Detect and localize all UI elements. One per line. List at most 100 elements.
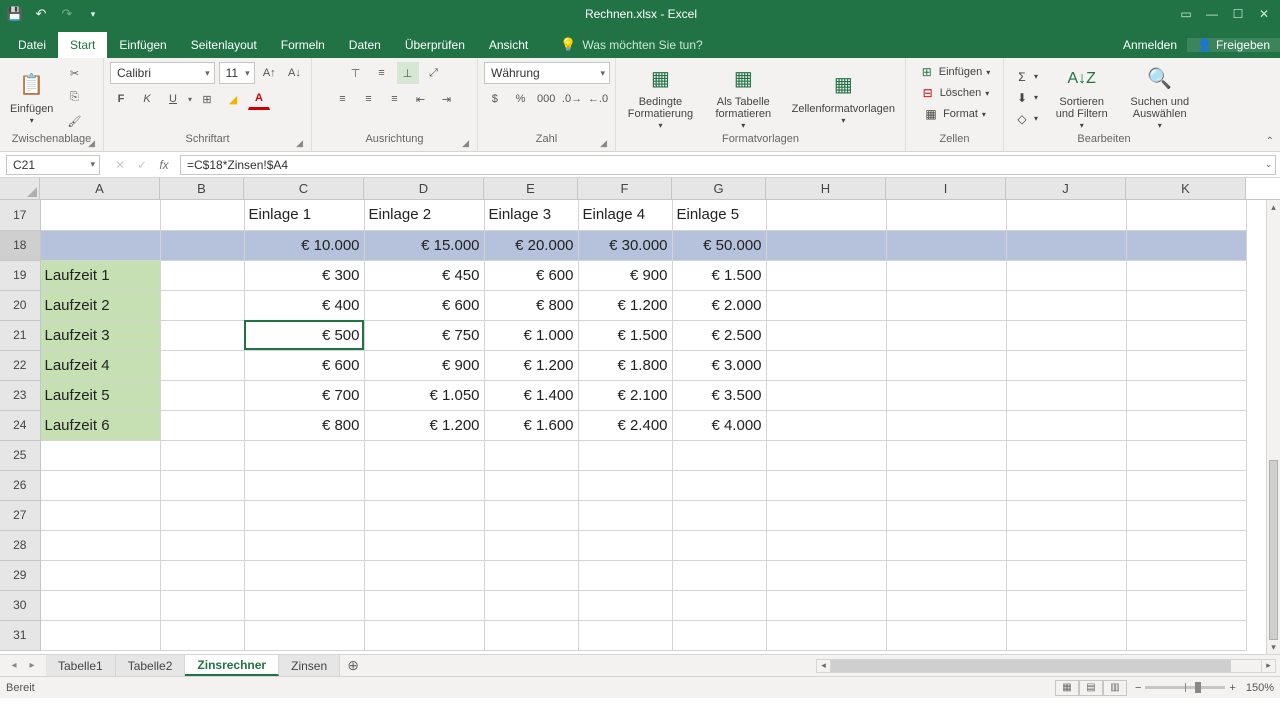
column-header[interactable]: H [766, 178, 886, 199]
number-format-select[interactable]: Währung▾ [484, 62, 610, 84]
italic-button[interactable]: K [136, 88, 158, 110]
cell-C24[interactable]: € 800 [244, 410, 364, 440]
cell-D28[interactable] [364, 530, 484, 560]
scroll-down-icon[interactable]: ▾ [1267, 640, 1280, 654]
cell-K30[interactable] [1126, 590, 1246, 620]
row-header[interactable]: 23 [0, 380, 40, 410]
cell-F18[interactable]: € 30.000 [578, 230, 672, 260]
shrink-font-icon[interactable]: A↓ [284, 62, 305, 84]
normal-view-button[interactable]: ▦ [1055, 680, 1079, 696]
save-icon[interactable]: 💾 [6, 6, 24, 22]
horizontal-scrollbar[interactable]: ◂ ▸ [816, 659, 1276, 673]
autosum-button[interactable]: Σ▾ [1010, 67, 1042, 87]
cell-A29[interactable] [40, 560, 160, 590]
cell-A22[interactable]: Laufzeit 4 [40, 350, 160, 380]
tab-file[interactable]: Datei [6, 32, 58, 58]
cell-H31[interactable] [766, 620, 886, 650]
cell-G31[interactable] [672, 620, 766, 650]
cell-K31[interactable] [1126, 620, 1246, 650]
cell-E20[interactable]: € 800 [484, 290, 578, 320]
cell-D31[interactable] [364, 620, 484, 650]
qat-customize-icon[interactable]: ▾ [84, 9, 102, 20]
signin-button[interactable]: Anmelden [1113, 38, 1187, 52]
add-sheet-button[interactable]: ⊕ [340, 657, 366, 674]
percent-format-icon[interactable]: % [510, 88, 532, 110]
cell-H22[interactable] [766, 350, 886, 380]
grid-body[interactable]: 17Einlage 1Einlage 2Einlage 3Einlage 4Ei… [0, 200, 1280, 654]
cell-J23[interactable] [1006, 380, 1126, 410]
select-all-button[interactable] [0, 178, 40, 199]
column-header[interactable]: A [40, 178, 160, 199]
column-header[interactable]: F [578, 178, 672, 199]
accounting-format-icon[interactable]: $ [484, 88, 506, 110]
cell-C30[interactable] [244, 590, 364, 620]
conditional-format-button[interactable]: ▦Bedingte Formatierung▾ [622, 65, 699, 131]
cell-A27[interactable] [40, 500, 160, 530]
row-header[interactable]: 17 [0, 200, 40, 230]
cell-J30[interactable] [1006, 590, 1126, 620]
cell-H19[interactable] [766, 260, 886, 290]
cancel-formula-icon[interactable]: ✕ [110, 155, 130, 175]
cell-I24[interactable] [886, 410, 1006, 440]
row-header[interactable]: 19 [0, 260, 40, 290]
cell-B27[interactable] [160, 500, 244, 530]
enter-formula-icon[interactable]: ✓ [132, 155, 152, 175]
cell-I26[interactable] [886, 470, 1006, 500]
cell-C22[interactable]: € 600 [244, 350, 364, 380]
decrease-decimal-icon[interactable]: ←.0 [587, 88, 609, 110]
cell-H26[interactable] [766, 470, 886, 500]
cell-H29[interactable] [766, 560, 886, 590]
cell-J29[interactable] [1006, 560, 1126, 590]
cell-K21[interactable] [1126, 320, 1246, 350]
sheet-tab-zinsrechner[interactable]: Zinsrechner [185, 655, 279, 676]
cell-I29[interactable] [886, 560, 1006, 590]
cell-G25[interactable] [672, 440, 766, 470]
cell-E18[interactable]: € 20.000 [484, 230, 578, 260]
sort-filter-button[interactable]: A↓ZSortieren und Filtern▾ [1048, 65, 1115, 131]
cell-G21[interactable]: € 2.500 [672, 320, 766, 350]
cell-B17[interactable] [160, 200, 244, 230]
sheet-nav-next-icon[interactable]: ▸ [24, 658, 40, 674]
cell-D23[interactable]: € 1.050 [364, 380, 484, 410]
format-as-table-button[interactable]: ▦Als Tabelle formatieren▾ [705, 65, 782, 131]
row-header[interactable]: 24 [0, 410, 40, 440]
cell-J26[interactable] [1006, 470, 1126, 500]
fill-button[interactable]: ⬇▾ [1010, 88, 1042, 108]
cell-I21[interactable] [886, 320, 1006, 350]
row-header[interactable]: 29 [0, 560, 40, 590]
scroll-thumb[interactable] [831, 660, 1231, 672]
tab-ansicht[interactable]: Ansicht [477, 32, 540, 58]
tell-me-search[interactable]: 💡 Was möchten Sie tun? [560, 32, 702, 58]
copy-icon[interactable]: ⎘ [63, 87, 85, 109]
cell-K22[interactable] [1126, 350, 1246, 380]
scroll-left-icon[interactable]: ◂ [817, 660, 831, 672]
cell-B26[interactable] [160, 470, 244, 500]
ribbon-display-icon[interactable]: ▭ [1174, 4, 1198, 24]
cell-D22[interactable]: € 900 [364, 350, 484, 380]
formula-input[interactable]: =C$18*Zinsen!$A4 [180, 155, 1262, 175]
cell-C23[interactable]: € 700 [244, 380, 364, 410]
cell-G18[interactable]: € 50.000 [672, 230, 766, 260]
cell-G28[interactable] [672, 530, 766, 560]
borders-icon[interactable]: ⊞ [196, 88, 218, 110]
zoom-level[interactable]: 150% [1246, 682, 1274, 694]
row-header[interactable]: 28 [0, 530, 40, 560]
column-header[interactable]: D [364, 178, 484, 199]
cell-K18[interactable] [1126, 230, 1246, 260]
format-painter-icon[interactable]: 🖌 [63, 111, 85, 133]
increase-decimal-icon[interactable]: .0→ [561, 88, 583, 110]
align-top-icon[interactable]: ⊤ [345, 62, 367, 84]
cell-I20[interactable] [886, 290, 1006, 320]
cell-K17[interactable] [1126, 200, 1246, 230]
cell-I27[interactable] [886, 500, 1006, 530]
cell-D17[interactable]: Einlage 2 [364, 200, 484, 230]
sheet-tab-tabelle1[interactable]: Tabelle1 [46, 655, 116, 676]
cell-J17[interactable] [1006, 200, 1126, 230]
cell-G19[interactable]: € 1.500 [672, 260, 766, 290]
cell-D26[interactable] [364, 470, 484, 500]
share-button[interactable]: 👤Freigeben [1187, 38, 1280, 52]
row-header[interactable]: 27 [0, 500, 40, 530]
cell-A19[interactable]: Laufzeit 1 [40, 260, 160, 290]
cell-E28[interactable] [484, 530, 578, 560]
cell-A25[interactable] [40, 440, 160, 470]
